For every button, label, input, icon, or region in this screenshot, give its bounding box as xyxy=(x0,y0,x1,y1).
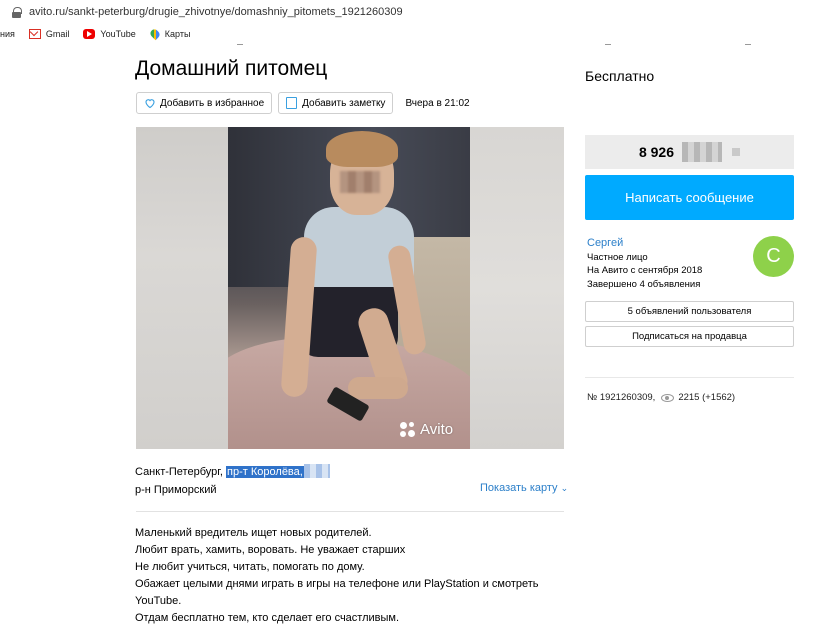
url-text[interactable]: avito.ru/sankt-peterburg/drugie_zhivotny… xyxy=(29,6,403,18)
subscribe-button[interactable]: Подписаться на продавца xyxy=(585,326,794,347)
page-title: Домашний питомец xyxy=(135,57,328,80)
phone-blur xyxy=(732,148,741,156)
eye-icon xyxy=(661,393,675,402)
youtube-icon xyxy=(83,29,96,39)
bookmarks-bar: ния Gmail YouTube Карты xyxy=(0,24,816,44)
user-ads-button[interactable]: 5 объявлений пользователя xyxy=(585,301,794,322)
divider-tick xyxy=(237,44,243,45)
bookmark-apps[interactable]: ния xyxy=(0,29,15,39)
divider-tick xyxy=(605,44,611,45)
description-line: Маленький вредитель ищет новых родителей… xyxy=(135,527,372,539)
views-count: 2215 (+1562) xyxy=(678,392,736,403)
description: Маленький вредитель ищет новых родителей… xyxy=(135,525,565,627)
show-map-link[interactable]: Показать карту ⌄ xyxy=(480,482,568,494)
listing-number: № 1921260309, xyxy=(587,392,656,403)
divider xyxy=(136,511,564,512)
seller-name[interactable]: Сергей xyxy=(587,237,702,251)
photo-blur-right xyxy=(470,127,564,449)
address: Санкт-Петербург, пр-т Королёва, р-н Прим… xyxy=(135,463,330,499)
lock-icon xyxy=(12,6,22,18)
listing-date: Вчера в 21:02 xyxy=(405,97,470,109)
description-line: Обажает целыми днями играть в игры на те… xyxy=(135,578,539,607)
description-line: Отдам бесплатно тем, кто сделает его сча… xyxy=(135,612,400,624)
price: Бесплатно xyxy=(585,68,655,84)
address-bar[interactable]: avito.ru/sankt-peterburg/drugie_zhivotny… xyxy=(0,0,816,24)
add-note-button[interactable]: Добавить заметку xyxy=(278,92,394,114)
photo-blur-left xyxy=(136,127,228,449)
bookmark-label: YouTube xyxy=(100,29,136,39)
face-blur xyxy=(340,171,380,193)
description-line: Любит врать, хамить, воровать. Не уважае… xyxy=(135,544,406,556)
phone-prefix: 8 926 xyxy=(638,144,675,160)
listing-photo[interactable]: Avito xyxy=(136,127,564,449)
address-blur xyxy=(303,464,330,478)
avito-logo-icon xyxy=(400,421,416,438)
chevron-down-icon: ⌄ xyxy=(560,483,569,493)
seller-info: Сергей Частное лицо На Авито с сентября … xyxy=(587,237,702,291)
address-city: Санкт-Петербург, xyxy=(135,466,223,478)
phone-blur xyxy=(682,142,723,162)
gmail-icon xyxy=(28,29,41,39)
watermark-text: Avito xyxy=(420,421,454,438)
bookmark-maps[interactable]: Карты xyxy=(148,27,191,41)
district: р-н Приморский xyxy=(135,484,217,496)
seller-since: На Авито с сентября 2018 xyxy=(587,265,703,276)
bookmark-gmail[interactable]: Gmail xyxy=(28,29,70,39)
seller-completed: Завершено 4 объявления xyxy=(587,278,701,290)
show-map-label: Показать карту xyxy=(480,482,558,494)
heart-icon xyxy=(145,99,155,109)
bookmark-label: Gmail xyxy=(45,29,70,39)
seller-type: Частное лицо xyxy=(587,251,648,263)
write-message-button[interactable]: Написать сообщение xyxy=(585,175,794,220)
maps-icon xyxy=(148,27,161,41)
note-icon xyxy=(286,97,298,109)
show-phone-button[interactable]: 8 926 xyxy=(585,135,794,169)
divider xyxy=(585,377,794,378)
divider-tick xyxy=(745,44,751,45)
listing-actions: Добавить в избранное Добавить заметку Вч… xyxy=(136,92,470,114)
avatar[interactable]: С xyxy=(753,236,794,277)
listing-meta: № 1921260309, 2215 (+1562) xyxy=(587,392,735,403)
bookmark-label: Карты xyxy=(164,29,191,39)
photo-image xyxy=(228,127,470,449)
bookmark-label: ния xyxy=(0,29,15,39)
avito-watermark: Avito xyxy=(400,421,453,438)
add-to-favorites-button[interactable]: Добавить в избранное xyxy=(136,92,273,114)
address-street: пр-т Королёва, xyxy=(226,466,304,478)
favorite-label: Добавить в избранное xyxy=(160,97,265,109)
bookmark-youtube[interactable]: YouTube xyxy=(83,29,136,39)
description-line: Не любит учиться, читать, помогать по до… xyxy=(135,561,365,573)
note-label: Добавить заметку xyxy=(302,97,386,109)
